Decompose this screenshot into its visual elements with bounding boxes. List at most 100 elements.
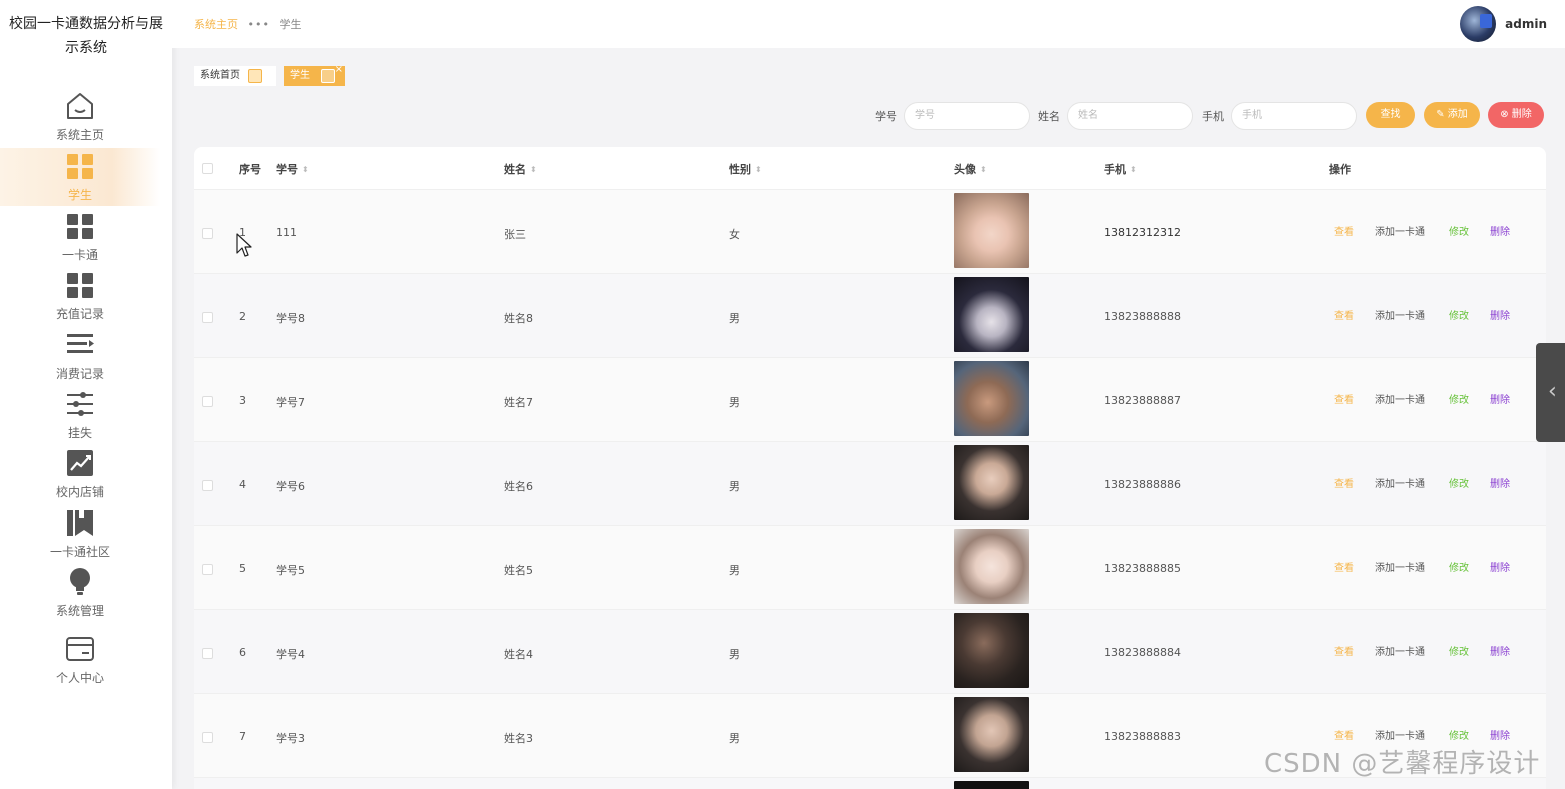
row-checkbox[interactable] [202, 480, 213, 491]
list-icon [67, 334, 94, 353]
avatar-photo [954, 781, 1029, 789]
grid-icon [67, 154, 93, 179]
chevron-left-icon: ‹ [1548, 379, 1557, 404]
table-row[interactable]: 6 学号4 姓名4 男 13823888884 查看 添加一卡通 修改 删除 [194, 609, 1546, 693]
sort-icon[interactable]: ⬍ [980, 165, 987, 174]
cell-student-no: 学号8 [276, 312, 305, 325]
sort-icon[interactable]: ⬍ [302, 165, 309, 174]
table-row[interactable]: 1 111 张三 女 13812312312 查看 添加一卡通 修改 删除 [194, 189, 1546, 273]
table-header: 序号 学号 ⬍ 姓名 ⬍ 性别 ⬍ 头像 ⬍ 手机 ⬍ 操作 [194, 147, 1546, 189]
header-avatar[interactable]: 头像 ⬍ [954, 161, 987, 177]
row-checkbox[interactable] [202, 228, 213, 239]
delete-link[interactable]: 删除 [1490, 223, 1510, 238]
search-label-name: 姓名 [1038, 110, 1060, 123]
cell-gender: 男 [729, 396, 740, 409]
sidebar-item-shops[interactable]: 校内店铺 [0, 445, 160, 503]
breadcrumb-separator: ••• [247, 18, 270, 31]
table-row[interactable]: 4 学号6 姓名6 男 13823888886 查看 添加一卡通 修改 删除 [194, 441, 1546, 525]
view-link[interactable]: 查看 [1334, 559, 1354, 574]
breadcrumb-home[interactable]: 系统主页 [194, 18, 238, 31]
close-icon[interactable]: × [335, 60, 343, 80]
delete-link[interactable]: 删除 [1490, 643, 1510, 658]
sidebar-item-card[interactable]: 一卡通 [0, 208, 160, 266]
header-phone[interactable]: 手机 ⬍ [1104, 161, 1137, 177]
table-row[interactable]: 3 学号7 姓名7 男 13823888887 查看 添加一卡通 修改 删除 [194, 357, 1546, 441]
header-student-no[interactable]: 学号 ⬍ [276, 161, 309, 177]
avatar-photo [954, 277, 1029, 352]
delete-link[interactable]: 删除 [1490, 559, 1510, 574]
username[interactable]: admin [1505, 17, 1547, 31]
view-link[interactable]: 查看 [1334, 643, 1354, 658]
sidebar-item-system[interactable]: 系统管理 [0, 564, 160, 622]
name-input[interactable]: 姓名 [1067, 102, 1193, 130]
add-card-link[interactable]: 添加一卡通 [1375, 223, 1425, 238]
tab-label: 学生 [290, 70, 310, 81]
phone-input[interactable]: 手机 [1231, 102, 1357, 130]
edit-link[interactable]: 修改 [1449, 559, 1469, 574]
view-link[interactable]: 查看 [1334, 223, 1354, 238]
cell-gender: 女 [729, 228, 740, 241]
avatar-photo [954, 697, 1029, 772]
sidebar-item-consumption[interactable]: 消费记录 [0, 327, 160, 385]
sidebar-item-community[interactable]: 一卡通社区 [0, 505, 160, 563]
header-gender[interactable]: 性别 ⬍ [729, 161, 762, 177]
sidebar-item-profile[interactable]: 个人中心 [0, 631, 160, 689]
add-card-link[interactable]: 添加一卡通 [1375, 307, 1425, 322]
sidebar-item-students[interactable]: 学生 [0, 148, 160, 206]
edit-link[interactable]: 修改 [1449, 307, 1469, 322]
search-button[interactable]: 查找 [1366, 102, 1415, 128]
sort-icon[interactable]: ⬍ [755, 165, 762, 174]
row-checkbox[interactable] [202, 648, 213, 659]
delete-link[interactable]: 删除 [1490, 727, 1510, 742]
header-label: 姓名 [504, 163, 526, 176]
add-button[interactable]: ✎ 添加 [1424, 102, 1480, 128]
cell-phone: 13823888888 [1104, 310, 1181, 323]
drawer-handle[interactable]: ‹ [1536, 343, 1565, 442]
cell-phone: 13823888885 [1104, 562, 1181, 575]
add-card-link[interactable]: 添加一卡通 [1375, 475, 1425, 490]
batch-delete-button[interactable]: ⊗ 删除 [1488, 102, 1544, 128]
user-menu[interactable]: admin [1460, 6, 1547, 42]
edit-link[interactable]: 修改 [1449, 643, 1469, 658]
add-card-link[interactable]: 添加一卡通 [1375, 559, 1425, 574]
cell-phone: 13823888887 [1104, 394, 1181, 407]
delete-link[interactable]: 删除 [1490, 391, 1510, 406]
cell-student-no: 111 [276, 226, 297, 239]
delete-link[interactable]: 删除 [1490, 475, 1510, 490]
tab-students[interactable]: 学生 × [284, 64, 345, 86]
row-checkbox[interactable] [202, 396, 213, 407]
add-card-link[interactable]: 添加一卡通 [1375, 391, 1425, 406]
select-all-checkbox[interactable] [202, 163, 213, 174]
sidebar-item-home[interactable]: 系统主页 [0, 88, 160, 146]
view-link[interactable]: 查看 [1334, 727, 1354, 742]
sort-icon[interactable]: ⬍ [1130, 165, 1137, 174]
student-no-input[interactable]: 学号 [904, 102, 1030, 130]
edit-link[interactable]: 修改 [1449, 727, 1469, 742]
search-label-phone: 手机 [1202, 110, 1224, 123]
avatar[interactable] [1460, 6, 1497, 42]
table-row[interactable]: 2 学号8 姓名8 男 13823888888 查看 添加一卡通 修改 删除 [194, 273, 1546, 357]
table-row[interactable]: 5 学号5 姓名5 男 13823888885 查看 添加一卡通 修改 删除 [194, 525, 1546, 609]
delete-link[interactable]: 删除 [1490, 307, 1510, 322]
header-actions: 操作 [1329, 163, 1351, 176]
sidebar-item-label: 充值记录 [55, 307, 104, 321]
add-card-link[interactable]: 添加一卡通 [1375, 643, 1425, 658]
sidebar-item-report-loss[interactable]: 挂失 [0, 386, 160, 444]
view-link[interactable]: 查看 [1334, 391, 1354, 406]
row-checkbox[interactable] [202, 564, 213, 575]
row-checkbox[interactable] [202, 732, 213, 743]
sidebar-item-label: 系统管理 [55, 604, 104, 618]
sort-icon[interactable]: ⬍ [530, 165, 537, 174]
add-card-link[interactable]: 添加一卡通 [1375, 727, 1425, 742]
row-checkbox[interactable] [202, 312, 213, 323]
edit-link[interactable]: 修改 [1449, 391, 1469, 406]
header-name[interactable]: 姓名 ⬍ [504, 161, 537, 177]
view-link[interactable]: 查看 [1334, 475, 1354, 490]
sidebar-item-label: 系统主页 [55, 128, 104, 142]
edit-link[interactable]: 修改 [1449, 475, 1469, 490]
edit-link[interactable]: 修改 [1449, 223, 1469, 238]
sidebar-item-recharge[interactable]: 充值记录 [0, 267, 160, 325]
view-link[interactable]: 查看 [1334, 307, 1354, 322]
tab-home[interactable]: 系统首页 [194, 66, 276, 86]
trend-chart-icon [67, 450, 93, 476]
